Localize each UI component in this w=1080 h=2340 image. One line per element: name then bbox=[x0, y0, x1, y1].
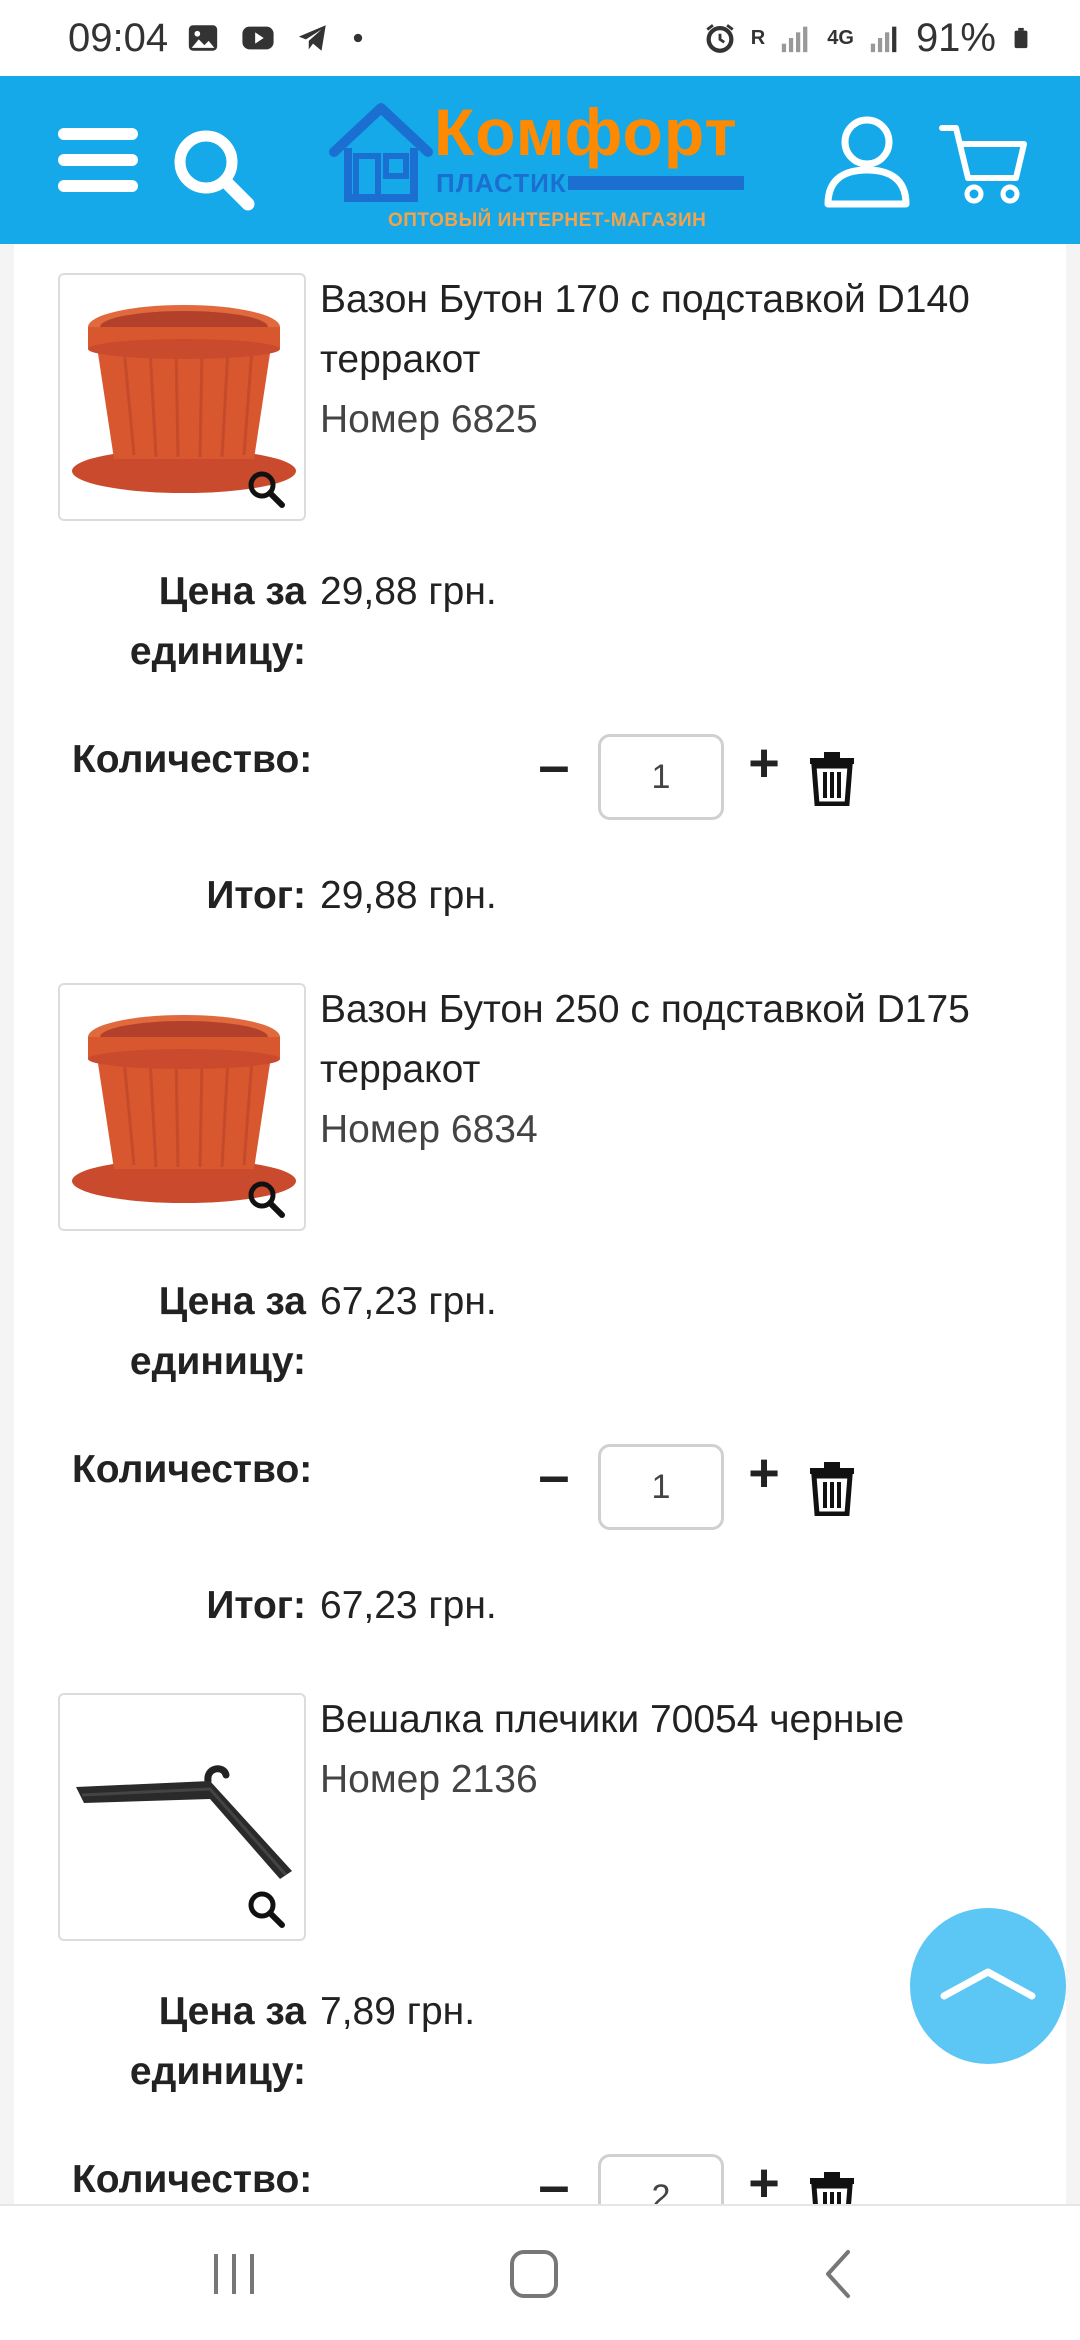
product-image[interactable] bbox=[58, 983, 306, 1231]
increase-quantity-button[interactable]: + bbox=[742, 732, 786, 794]
menu-icon[interactable] bbox=[58, 128, 138, 192]
recent-apps-icon[interactable] bbox=[194, 2234, 274, 2314]
house-logo-icon bbox=[329, 103, 433, 202]
battery-percent: 91% bbox=[915, 15, 996, 60]
back-icon[interactable] bbox=[798, 2234, 878, 2314]
increase-quantity-button[interactable]: + bbox=[742, 1442, 786, 1504]
logo-tagline: ОПТОВЫЙ ИНТЕРНЕТ-МАГАЗИН bbox=[388, 210, 707, 231]
home-icon[interactable] bbox=[494, 2234, 574, 2314]
unit-price-value: 67,23 грн. bbox=[320, 1280, 497, 1323]
zoom-icon[interactable] bbox=[246, 1889, 286, 1929]
zoom-icon[interactable] bbox=[246, 469, 286, 509]
unit-price-value: 29,88 грн. bbox=[320, 570, 497, 613]
total-label: Итог: bbox=[206, 1584, 306, 1627]
product-image[interactable] bbox=[58, 273, 306, 521]
product-number: Номер 2136 bbox=[320, 1758, 538, 1801]
gallery-icon bbox=[188, 25, 218, 51]
quantity-label: Количество: bbox=[72, 738, 313, 781]
total-label: Итог: bbox=[206, 874, 306, 917]
youtube-icon bbox=[242, 26, 274, 50]
product-image[interactable] bbox=[58, 1693, 306, 1941]
status-time: 09:04 bbox=[68, 15, 169, 60]
total-value: 29,88 грн. bbox=[320, 874, 497, 917]
user-icon[interactable] bbox=[822, 112, 912, 212]
quantity-input[interactable]: 1 bbox=[598, 1444, 724, 1530]
total-value: 67,23 грн. bbox=[320, 1584, 497, 1627]
quantity-label: Количество: bbox=[72, 1448, 313, 1491]
network-type: 4G bbox=[827, 26, 854, 49]
zoom-icon[interactable] bbox=[246, 1179, 286, 1219]
signal-icon bbox=[782, 26, 808, 53]
site-header: Комфорт ПЛАСТИК ОПТОВЫЙ ИНТЕРНЕТ-МАГАЗИН bbox=[0, 76, 1080, 244]
dot-icon bbox=[353, 33, 363, 43]
product-title[interactable]: Вазон Бутон 170 с подставкой D140 террак… bbox=[320, 270, 1050, 390]
quantity-label: Количество: bbox=[72, 2158, 313, 2201]
site-logo[interactable]: Комфорт ПЛАСТИК ОПТОВЫЙ ИНТЕРНЕТ-МАГАЗИН bbox=[326, 95, 746, 238]
quantity-input[interactable]: 2 bbox=[598, 2154, 724, 2204]
cart-content: Вазон Бутон 170 с подставкой D140 террак… bbox=[14, 244, 1066, 2204]
quantity-input[interactable]: 1 bbox=[598, 734, 724, 820]
signal-icon-2 bbox=[870, 26, 897, 53]
decrease-quantity-button[interactable]: – bbox=[534, 2152, 574, 2204]
logo-main-text: Комфорт bbox=[434, 95, 738, 169]
delete-item-icon[interactable] bbox=[806, 1460, 858, 1516]
delete-item-icon[interactable] bbox=[806, 750, 858, 806]
delete-item-icon[interactable] bbox=[806, 2170, 858, 2204]
unit-price-label: Цена за единицу: bbox=[129, 1990, 306, 2093]
product-title[interactable]: Вазон Бутон 250 с подставкой D175 террак… bbox=[320, 980, 1050, 1100]
chevron-up-icon bbox=[940, 1968, 1036, 2000]
logo-sub-text: ПЛАСТИК bbox=[436, 168, 567, 198]
battery-icon bbox=[1014, 27, 1028, 49]
unit-price-label: Цена за единицу: bbox=[129, 570, 306, 673]
decrease-quantity-button[interactable]: – bbox=[534, 732, 574, 797]
unit-price-value: 7,89 грн. bbox=[320, 1990, 476, 2033]
unit-price-label: Цена за единицу: bbox=[129, 1280, 306, 1383]
cart-icon[interactable] bbox=[938, 116, 1030, 208]
product-number: Номер 6825 bbox=[320, 398, 538, 441]
increase-quantity-button[interactable]: + bbox=[742, 2152, 786, 2204]
scroll-to-top-button[interactable] bbox=[910, 1908, 1066, 2064]
alarm-icon bbox=[706, 24, 734, 53]
search-icon[interactable] bbox=[168, 124, 258, 214]
telegram-icon bbox=[298, 25, 326, 51]
product-title[interactable]: Вешалка плечики 70054 черные bbox=[320, 1690, 1050, 1750]
system-nav-bar bbox=[0, 2204, 1080, 2340]
decrease-quantity-button[interactable]: – bbox=[534, 1442, 574, 1507]
roaming-indicator: R bbox=[750, 26, 766, 49]
status-bar: 09:04 R 4G 91% bbox=[0, 0, 1080, 76]
logo-bar bbox=[568, 176, 744, 190]
product-number: Номер 6834 bbox=[320, 1108, 538, 1151]
